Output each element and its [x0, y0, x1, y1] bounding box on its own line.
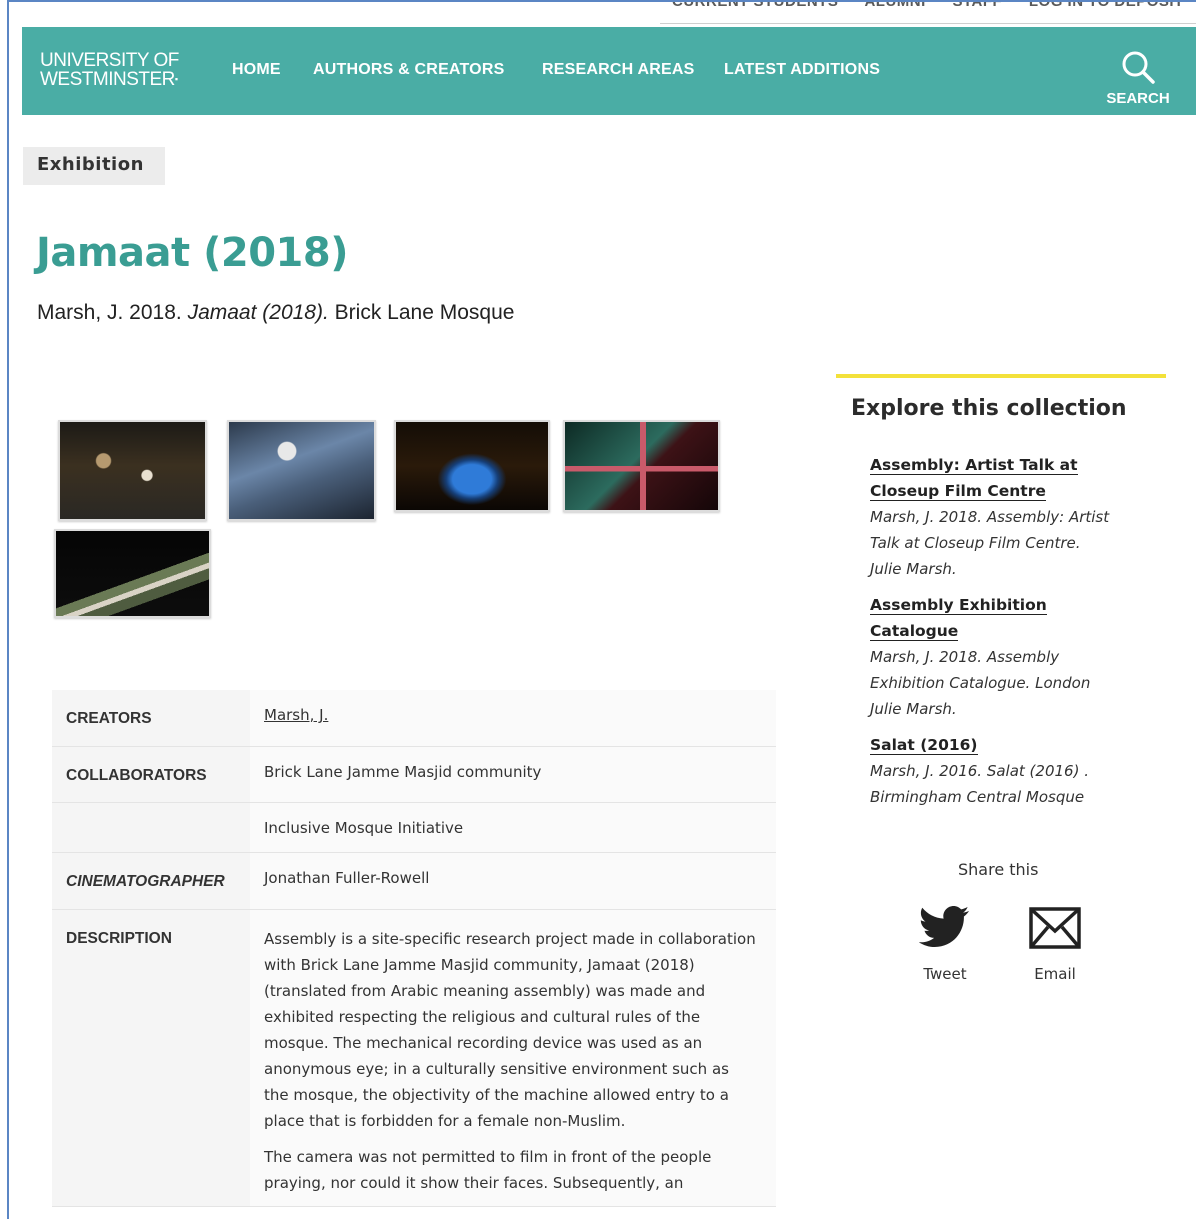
utility-bar: CURRENT STUDENTS ALUMNI STAFF LOG IN TO …: [660, 2, 1196, 24]
search-button[interactable]: SEARCH: [1098, 49, 1178, 111]
link-alumni[interactable]: ALUMNI: [864, 2, 925, 10]
sidebar-heading: Explore this collection: [851, 396, 1127, 421]
collection-item-link[interactable]: Catalogue: [870, 622, 959, 641]
utility-divider: [660, 23, 1196, 24]
description-paragraph: Assembly is a site-specific research pro…: [264, 929, 756, 1130]
description-paragraph: The camera was not permitted to film in …: [264, 1147, 712, 1192]
collection-item-citation: Marsh, J. 2018. Assembly: Artist Talk at…: [870, 504, 1150, 582]
cinematographer-value: Jonathan Fuller-Rowell: [250, 852, 776, 910]
table-row: CINEMATOGRAPHER Jonathan Fuller-Rowell: [52, 852, 776, 910]
main-nav: UNIVERSITY OF WESTMINSTER▪ HOME AUTHORS …: [22, 27, 1196, 115]
utility-links: CURRENT STUDENTS ALUMNI STAFF LOG IN TO …: [672, 2, 1196, 10]
nav-latest-additions[interactable]: LATEST ADDITIONS: [724, 61, 880, 79]
share-heading: Share this: [958, 860, 1039, 879]
nav-authors-creators[interactable]: AUTHORS & CREATORS: [313, 61, 504, 79]
citation: Marsh, J. 2018. Jamaat (2018). Brick Lan…: [37, 301, 514, 325]
collection-item: Assembly Exhibition Catalogue Marsh, J. …: [870, 592, 1150, 722]
creator-link[interactable]: Marsh, J.: [264, 706, 328, 724]
gallery-thumbnail-1[interactable]: [58, 420, 207, 521]
twitter-bird-icon: [918, 906, 969, 947]
nav-research-areas[interactable]: RESEARCH AREAS: [542, 61, 694, 79]
collection-item: Assembly: Artist Talk at Closeup Film Ce…: [870, 452, 1150, 582]
table-row: Inclusive Mosque Initiative: [52, 802, 776, 853]
citation-line: Exhibition Catalogue. London: [870, 674, 1091, 692]
collaborators-label: COLLABORATORS: [52, 746, 250, 803]
email-label: Email: [1034, 965, 1076, 983]
table-row: DESCRIPTION Assembly is a site-specific …: [52, 909, 776, 1207]
gallery-thumbnail-5[interactable]: [54, 529, 211, 618]
creators-value-cell: Marsh, J.: [250, 690, 776, 747]
link-staff[interactable]: STAFF: [952, 2, 1002, 10]
search-icon: [1122, 51, 1155, 84]
collection-item-link[interactable]: Closeup Film Centre: [870, 482, 1046, 501]
citation-line: Birmingham Central Mosque: [870, 788, 1085, 806]
collection-item: Salat (2016) Marsh, J. 2016. Salat (2016…: [870, 732, 1150, 810]
sidebar-accent-rule: [836, 374, 1166, 378]
description-value: Assembly is a site-specific research pro…: [250, 909, 776, 1207]
logo-line-1: UNIVERSITY OF: [40, 50, 179, 71]
tweet-label: Tweet: [923, 965, 967, 983]
citation-line: Marsh, J. 2018. Assembly: Artist: [870, 508, 1110, 526]
link-current-students[interactable]: CURRENT STUDENTS: [672, 2, 838, 10]
collection-sidebar: Explore this collection: [836, 374, 1166, 421]
collaborator-value: Brick Lane Jamme Masjid community: [250, 746, 776, 803]
collection-item-citation: Marsh, J. 2018. Assembly Exhibition Cata…: [870, 644, 1150, 722]
gallery-thumbnail-4[interactable]: [563, 420, 720, 512]
collaborator-value: Inclusive Mosque Initiative: [250, 802, 776, 853]
citation-suffix: Brick Lane Mosque: [328, 301, 515, 324]
citation-line: Julie Marsh.: [870, 700, 957, 718]
search-label: SEARCH: [1106, 90, 1170, 107]
item-type-badge: Exhibition: [23, 147, 165, 185]
logo-line-2: WESTMINSTER: [40, 69, 175, 90]
gallery-thumbnail-3[interactable]: [394, 420, 550, 512]
gallery-thumbnail-2[interactable]: [227, 420, 376, 521]
email-share-button[interactable]: Email: [1024, 905, 1086, 983]
page-title: Jamaat (2018): [36, 230, 348, 276]
citation-line: Julie Marsh.: [870, 560, 957, 578]
collection-item-link[interactable]: Assembly: Artist Talk at: [870, 456, 1078, 475]
tweet-button[interactable]: Tweet: [912, 905, 978, 983]
citation-line: Marsh, J. 2018. Assembly: [870, 648, 1060, 666]
table-row: COLLABORATORS Brick Lane Jamme Masjid co…: [52, 746, 776, 803]
logo-portcullis-icon: ▪: [174, 74, 178, 84]
collection-item-link[interactable]: Salat (2016): [870, 736, 978, 755]
collection-item-citation: Marsh, J. 2016. Salat (2016) . Birmingha…: [870, 758, 1150, 810]
citation-prefix: Marsh, J. 2018.: [37, 301, 188, 324]
collaborators-label-empty: [52, 802, 250, 853]
citation-title: Jamaat (2018).: [187, 301, 329, 324]
envelope-icon: [1029, 907, 1081, 949]
nav-home[interactable]: HOME: [232, 61, 281, 79]
cinematographer-label: CINEMATOGRAPHER: [52, 852, 250, 910]
collection-item-link[interactable]: Assembly Exhibition: [870, 596, 1047, 615]
table-row: CREATORS Marsh, J.: [52, 690, 776, 747]
citation-line: Talk at Closeup Film Centre.: [870, 534, 1081, 552]
metadata-table: CREATORS Marsh, J. COLLABORATORS Brick L…: [52, 690, 776, 1207]
window-border-left: [7, 0, 9, 1219]
description-label: DESCRIPTION: [52, 909, 250, 1207]
link-log-in-to-deposit[interactable]: LOG IN TO DEPOSIT: [1029, 2, 1184, 10]
creators-label: CREATORS: [52, 690, 250, 747]
university-logo[interactable]: UNIVERSITY OF WESTMINSTER▪: [40, 51, 179, 89]
citation-line: Marsh, J. 2016. Salat (2016) .: [870, 762, 1089, 780]
